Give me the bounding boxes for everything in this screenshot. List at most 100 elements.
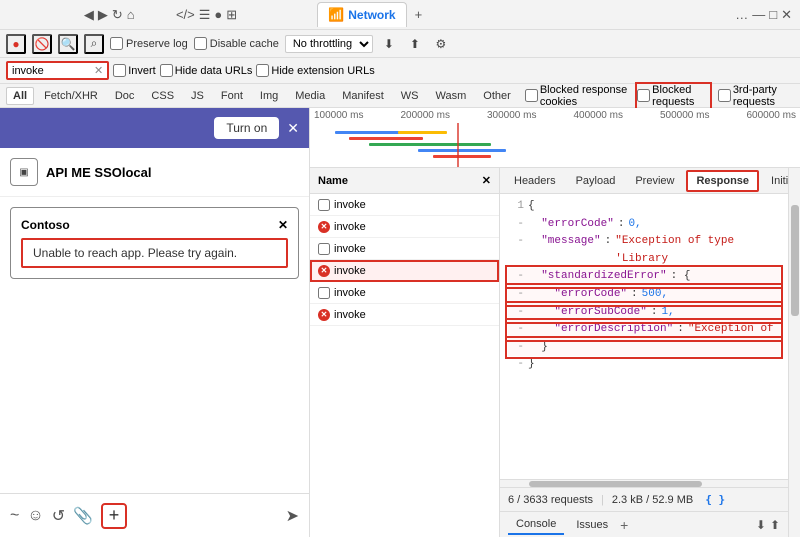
back-icon[interactable]: ◀: [84, 7, 94, 23]
type-btn-js[interactable]: JS: [184, 87, 211, 105]
network-dot-icon: ●: [214, 7, 222, 22]
plus-tab-icon[interactable]: +: [415, 7, 423, 22]
type-btn-doc[interactable]: Doc: [108, 87, 142, 105]
max-icon[interactable]: □: [769, 7, 777, 22]
type-btn-media[interactable]: Media: [288, 87, 332, 105]
export-icon[interactable]: ⬆: [405, 34, 425, 54]
throttle-select[interactable]: No throttling: [285, 35, 373, 53]
type-filter-bar: All Fetch/XHR Doc CSS JS Font Img Media …: [0, 84, 800, 108]
req-name-6: invoke: [334, 309, 366, 321]
add-button[interactable]: +: [101, 503, 127, 529]
tab-preview[interactable]: Preview: [627, 172, 682, 190]
hide-data-urls-label[interactable]: Hide data URLs: [160, 64, 253, 77]
request-row[interactable]: invoke: [310, 282, 499, 304]
type-btn-wasm[interactable]: Wasm: [429, 87, 474, 105]
third-party-checkbox[interactable]: [718, 89, 731, 102]
disable-cache-checkbox[interactable]: [194, 37, 207, 50]
type-btn-css[interactable]: CSS: [144, 87, 181, 105]
type-btn-all[interactable]: All: [6, 87, 34, 105]
request-row-selected[interactable]: ✕ invoke: [310, 260, 499, 282]
type-btn-manifest[interactable]: Manifest: [335, 87, 391, 105]
console-tab[interactable]: Console: [508, 515, 564, 535]
devtools-toolbar: ● 🚫 🔍 ⌕ Preserve log Disable cache No th…: [0, 30, 800, 58]
panel-close-icon[interactable]: ✕: [287, 120, 299, 137]
record-button[interactable]: ●: [6, 34, 26, 54]
error-panel: Contoso ✕ Unable to reach app. Please tr…: [10, 207, 299, 279]
undock-icon[interactable]: ⬆: [770, 518, 780, 532]
tab-headers[interactable]: Headers: [506, 172, 564, 190]
sources-icon[interactable]: ⊞: [226, 7, 237, 23]
json-icon[interactable]: { }: [705, 493, 725, 506]
data-size: 2.3 kB / 52.9 MB: [612, 494, 693, 506]
invert-checkbox[interactable]: [113, 64, 126, 77]
type-btn-ws[interactable]: WS: [394, 87, 426, 105]
import-icon[interactable]: ⬇: [379, 34, 399, 54]
add-tab-icon[interactable]: +: [620, 517, 628, 533]
error-panel-header: Contoso ✕: [21, 218, 288, 232]
type-btn-font[interactable]: Font: [214, 87, 250, 105]
blocked-cookies-label[interactable]: Blocked response cookies: [525, 84, 629, 108]
type-btn-fetch[interactable]: Fetch/XHR: [37, 87, 105, 105]
error-dot-6: ✕: [318, 309, 330, 321]
network-tab[interactable]: 📶 Network: [317, 2, 407, 27]
home-icon[interactable]: ⌂: [127, 7, 135, 22]
filter-icon[interactable]: 🔍: [58, 34, 78, 54]
req-name-3: invoke: [334, 243, 366, 255]
requests-count: 6 / 3633 requests: [508, 494, 593, 506]
blocked-requests-checkbox[interactable]: [637, 89, 650, 102]
code-icon[interactable]: </>: [176, 7, 195, 22]
min-icon[interactable]: —: [752, 7, 765, 22]
response-content[interactable]: 1 { - "errorCode" : 0, - "message" : "Ex…: [500, 194, 788, 479]
forward-icon[interactable]: ▶: [98, 7, 108, 23]
req-checkbox-1[interactable]: [318, 199, 330, 211]
search-input[interactable]: [12, 65, 92, 77]
elements-icon[interactable]: ☰: [199, 7, 211, 23]
close-win-icon[interactable]: ✕: [781, 7, 792, 23]
refresh-icon[interactable]: ↻: [112, 7, 123, 23]
name-column: Name ✕ invoke ✕ invoke invoke ✕: [310, 168, 500, 537]
third-party-label[interactable]: 3rd-party requests: [718, 84, 794, 108]
tab-response[interactable]: Response: [686, 170, 759, 192]
hide-data-urls-checkbox[interactable]: [160, 64, 173, 77]
clear-search-icon[interactable]: ✕: [94, 64, 103, 77]
turn-on-button[interactable]: Turn on: [214, 117, 279, 139]
hide-extension-urls-label[interactable]: Hide extension URLs: [256, 64, 374, 77]
request-row[interactable]: invoke: [310, 194, 499, 216]
type-btn-img[interactable]: Img: [253, 87, 285, 105]
json-line-9: - }: [508, 356, 780, 374]
format-icon[interactable]: ~: [10, 507, 19, 525]
dock-icon[interactable]: ⬇: [756, 518, 766, 532]
type-btn-other[interactable]: Other: [476, 87, 518, 105]
issues-tab[interactable]: Issues: [568, 516, 616, 534]
preserve-log-label[interactable]: Preserve log: [110, 37, 188, 50]
main-area: Turn on ✕ ▣ API ME SSOlocal Contoso ✕ Un…: [0, 108, 800, 537]
loop-icon[interactable]: ↺: [52, 506, 65, 526]
send-button[interactable]: ➤: [286, 506, 299, 526]
request-row[interactable]: ✕ invoke: [310, 216, 499, 238]
more-icon[interactable]: …: [735, 7, 748, 22]
error-panel-close-icon[interactable]: ✕: [278, 218, 288, 232]
invert-label[interactable]: Invert: [113, 64, 156, 77]
close-detail-icon[interactable]: ✕: [482, 174, 491, 187]
vertical-scrollbar[interactable]: [788, 168, 800, 537]
req-checkbox-3[interactable]: [318, 243, 330, 255]
search-network-button[interactable]: ⌕: [84, 34, 104, 54]
disable-cache-label[interactable]: Disable cache: [194, 37, 279, 50]
blocked-cookies-checkbox[interactable]: [525, 89, 538, 102]
search-input-box: ✕: [6, 61, 109, 80]
req-checkbox-5[interactable]: [318, 287, 330, 299]
timeline: 100000 ms 200000 ms 300000 ms 400000 ms …: [310, 108, 800, 168]
blocked-requests-label[interactable]: Blocked requests: [637, 84, 710, 108]
response-scrollbar[interactable]: [500, 479, 788, 487]
request-row[interactable]: invoke: [310, 238, 499, 260]
attach-icon[interactable]: 📎: [73, 506, 93, 526]
settings-icon[interactable]: ⚙: [431, 34, 451, 54]
emoji-icon[interactable]: ☺: [27, 507, 43, 525]
json-line-4: - "standardizedError" : {: [508, 268, 780, 286]
tab-payload[interactable]: Payload: [568, 172, 624, 190]
tab-initiator[interactable]: Initiator: [763, 172, 788, 190]
hide-extension-urls-checkbox[interactable]: [256, 64, 269, 77]
request-row[interactable]: ✕ invoke: [310, 304, 499, 326]
preserve-log-checkbox[interactable]: [110, 37, 123, 50]
clear-button[interactable]: 🚫: [32, 34, 52, 54]
